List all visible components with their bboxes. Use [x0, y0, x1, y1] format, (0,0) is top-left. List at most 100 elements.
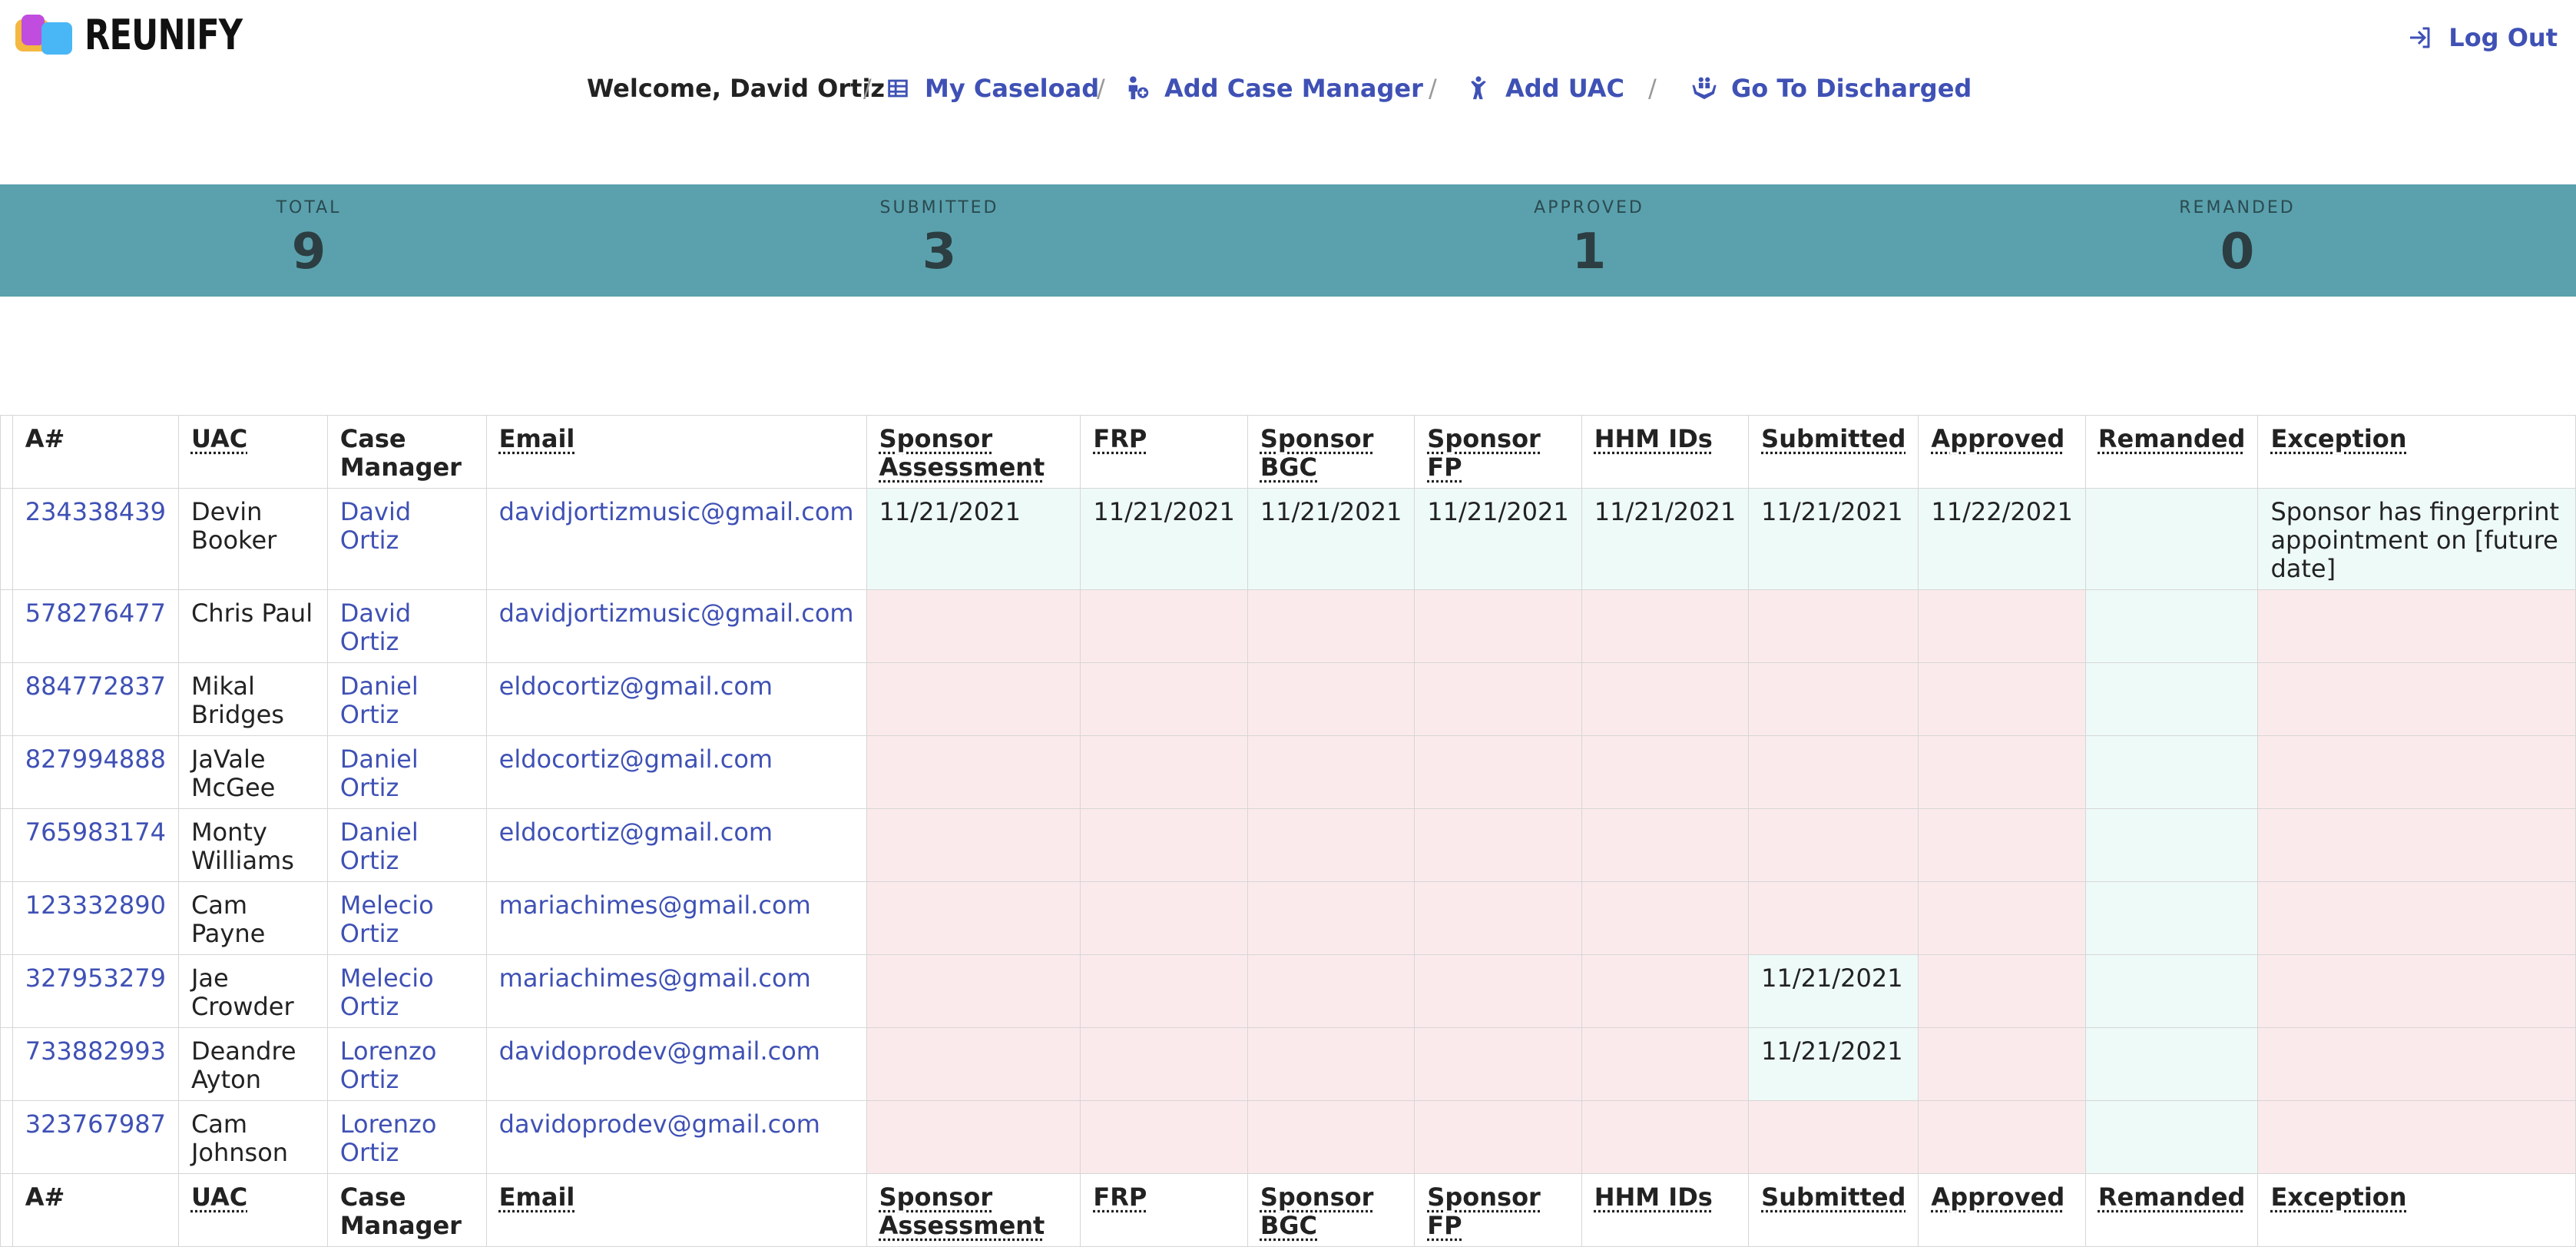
sponsor-bgc-cell: [1247, 1100, 1415, 1174]
email-link[interactable]: mariachimes@gmail.com: [485, 881, 867, 955]
a-number-link[interactable]: 234338439: [12, 488, 179, 590]
case-manager-link[interactable]: David Ortiz: [326, 589, 487, 663]
nav-label[interactable]: Add Case Manager: [1164, 74, 1423, 103]
col-exception[interactable]: Exception: [2257, 415, 2576, 489]
approved-cell: [1918, 735, 2086, 809]
exception-cell: Sponsor has fingerprint appointment on […: [2257, 488, 2576, 590]
sign-out-icon: [2410, 27, 2430, 48]
col-frp[interactable]: FRP: [1080, 1173, 1248, 1247]
case-manager-link[interactable]: Daniel Ortiz: [326, 662, 487, 736]
col-email[interactable]: Email: [485, 1173, 867, 1247]
case-manager-link[interactable]: Lorenzo Ortiz: [326, 1027, 487, 1101]
col-remanded[interactable]: Remanded: [2084, 415, 2259, 489]
email-link[interactable]: davidoprodev@gmail.com: [485, 1100, 867, 1174]
col-sponsor-assessment[interactable]: Sponsor Assessment: [866, 1173, 1081, 1247]
hhm-ids-cell: [1581, 808, 1750, 882]
email-link[interactable]: mariachimes@gmail.com: [485, 954, 867, 1028]
row-strip: [0, 488, 13, 590]
col-sponsor-assessment[interactable]: Sponsor Assessment: [866, 415, 1081, 489]
email-link[interactable]: eldocortiz@gmail.com: [485, 808, 867, 882]
logout-button[interactable]: Log Out: [2405, 23, 2558, 52]
sponsor-fp-cell: [1414, 1027, 1582, 1101]
table-row: 123332890 Cam Payne Melecio Ortiz mariachim…: [0, 881, 2576, 955]
sponsor-bgc-cell: [1247, 954, 1415, 1028]
col-label: Email: [498, 1182, 575, 1212]
a-number-link[interactable]: 323767987: [12, 1100, 179, 1174]
sponsor-assessment-cell: [866, 1100, 1081, 1174]
col-approved[interactable]: Approved: [1918, 415, 2086, 489]
email-link[interactable]: davidjortizmusic@gmail.com: [485, 488, 867, 590]
a-number-link[interactable]: 327953279: [12, 954, 179, 1028]
submitted-cell: 11/21/2021: [1748, 1027, 1919, 1101]
case-manager-link[interactable]: David Ortiz: [326, 488, 487, 590]
nav-label[interactable]: Add UAC: [1505, 74, 1624, 103]
a-number-link[interactable]: 578276477: [12, 589, 179, 663]
col-label: Sponsor Assessment: [879, 424, 1045, 482]
col-hhm-ids[interactable]: HHM IDs: [1581, 415, 1750, 489]
table-icon: [888, 79, 908, 98]
nav-my-caseload[interactable]: My Caseload: [885, 74, 1099, 103]
submitted-cell: [1748, 735, 1919, 809]
col-label: Exception: [2270, 1182, 2407, 1212]
sponsor-bgc-cell: [1247, 589, 1415, 663]
col-sponsor-bgc[interactable]: Sponsor BGC: [1247, 1173, 1415, 1247]
col-uac[interactable]: UAC: [177, 1173, 328, 1247]
hhm-ids-cell: 11/21/2021: [1581, 488, 1750, 590]
uac-name: Deandre Ayton: [177, 1027, 328, 1101]
email-link[interactable]: eldocortiz@gmail.com: [485, 735, 867, 809]
sponsor-assessment-cell: 11/21/2021: [866, 488, 1081, 590]
app-logo[interactable]: REUNIFY: [15, 11, 282, 59]
caseload-table: A# UAC Case Manager Email Sponsor Assess…: [0, 415, 2576, 1247]
sponsor-assessment-cell: [866, 735, 1081, 809]
approved-cell: [1918, 808, 2086, 882]
row-strip: [0, 735, 13, 809]
frp-cell: [1080, 881, 1248, 955]
uac-name: Mikal Bridges: [177, 662, 328, 736]
col-sponsor-fp[interactable]: Sponsor FP: [1414, 1173, 1582, 1247]
frp-cell: 11/21/2021: [1080, 488, 1248, 590]
case-manager-link[interactable]: Melecio Ortiz: [326, 954, 487, 1028]
col-sponsor-fp[interactable]: Sponsor FP: [1414, 415, 1582, 489]
nav-go-to-discharged[interactable]: Go To Discharged: [1691, 74, 1972, 103]
nav-add-case-manager[interactable]: Add Case Manager: [1124, 74, 1423, 103]
col-approved[interactable]: Approved: [1918, 1173, 2086, 1247]
nav-label[interactable]: My Caseload: [925, 74, 1099, 103]
col-submitted[interactable]: Submitted: [1748, 415, 1919, 489]
email-link[interactable]: eldocortiz@gmail.com: [485, 662, 867, 736]
col-remanded[interactable]: Remanded: [2084, 1173, 2259, 1247]
col-exception[interactable]: Exception: [2257, 1173, 2576, 1247]
hhm-ids-cell: [1581, 881, 1750, 955]
a-number-link[interactable]: 733882993: [12, 1027, 179, 1101]
col-label: Remanded: [2098, 1182, 2246, 1212]
nav-add-uac[interactable]: Add UAC: [1465, 74, 1624, 103]
col-hhm-ids[interactable]: HHM IDs: [1581, 1173, 1750, 1247]
a-number-link[interactable]: 765983174: [12, 808, 179, 882]
frp-cell: [1080, 954, 1248, 1028]
case-manager-link[interactable]: Lorenzo Ortiz: [326, 1100, 487, 1174]
case-manager-link[interactable]: Daniel Ortiz: [326, 808, 487, 882]
nav-label[interactable]: Go To Discharged: [1731, 74, 1972, 103]
col-sponsor-bgc[interactable]: Sponsor BGC: [1247, 415, 1415, 489]
exception-cell: [2257, 1100, 2576, 1174]
sponsor-bgc-cell: [1247, 1027, 1415, 1101]
exception-cell: [2257, 1027, 2576, 1101]
logout-label: Log Out: [2449, 23, 2558, 52]
col-uac[interactable]: UAC: [177, 415, 328, 489]
a-number-link[interactable]: 827994888: [12, 735, 179, 809]
case-manager-link[interactable]: Melecio Ortiz: [326, 881, 487, 955]
email-link[interactable]: davidjortizmusic@gmail.com: [485, 589, 867, 663]
col-submitted[interactable]: Submitted: [1748, 1173, 1919, 1247]
approved-cell: [1918, 881, 2086, 955]
col-label: Submitted: [1761, 424, 1906, 453]
case-manager-link[interactable]: Daniel Ortiz: [326, 735, 487, 809]
hhm-ids-cell: [1581, 1100, 1750, 1174]
col-label: Sponsor FP: [1427, 1182, 1541, 1240]
a-number-link[interactable]: 123332890: [12, 881, 179, 955]
col-frp[interactable]: FRP: [1080, 415, 1248, 489]
col-label: HHM IDs: [1594, 1182, 1713, 1212]
a-number-link[interactable]: 884772837: [12, 662, 179, 736]
col-email[interactable]: Email: [485, 415, 867, 489]
email-link[interactable]: davidoprodev@gmail.com: [485, 1027, 867, 1101]
sponsor-bgc-cell: [1247, 808, 1415, 882]
remanded-cell: [2084, 662, 2259, 736]
